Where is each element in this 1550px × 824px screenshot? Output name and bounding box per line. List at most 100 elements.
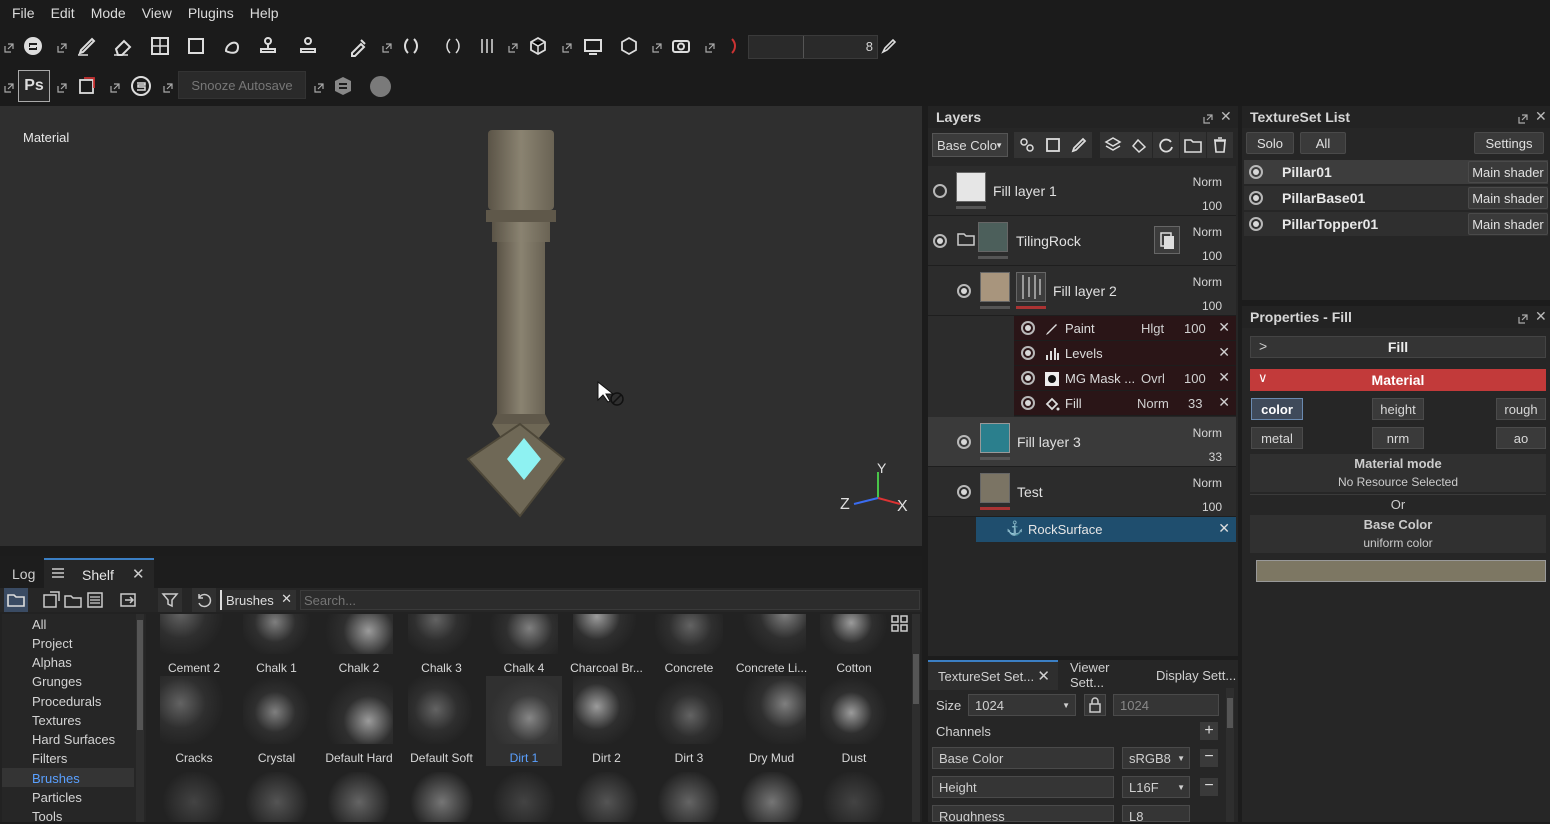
solo-button[interactable]: Solo [1246, 132, 1294, 154]
settings-button[interactable]: Settings [1474, 132, 1544, 154]
visibility-toggle-icon[interactable] [1021, 321, 1035, 335]
smudge-icon[interactable] [219, 33, 245, 59]
add-effect-icon[interactable] [1100, 132, 1126, 158]
bracket-icon[interactable] [722, 33, 748, 59]
add-fill-layer-icon[interactable] [1040, 132, 1066, 158]
effect-blend[interactable]: Hlgt [1141, 321, 1164, 336]
layer-row[interactable]: TilingRock Norm 100 [928, 216, 1236, 266]
brush-item[interactable]: Dirt 3 [651, 676, 727, 766]
menu-help[interactable]: Help [242, 5, 287, 21]
refresh-icon[interactable] [1153, 132, 1179, 158]
layer-row-selected[interactable]: Fill layer 3 Norm 33 [928, 417, 1236, 467]
fill-section-header[interactable]: > Fill [1250, 336, 1546, 358]
channel-metal-button[interactable]: metal [1251, 427, 1303, 449]
close-icon[interactable]: ✕ [1218, 520, 1230, 537]
remove-channel-button[interactable]: − [1200, 749, 1218, 767]
base-color-block[interactable]: Base Color uniform color [1250, 515, 1546, 553]
add-folder-icon[interactable] [1180, 132, 1206, 158]
add-paint-layer-icon[interactable] [1066, 132, 1092, 158]
mask-thumbnail[interactable] [1016, 272, 1046, 302]
brush-preview[interactable] [490, 772, 558, 822]
projection-icon[interactable] [147, 33, 173, 59]
color-swatch[interactable] [1256, 560, 1546, 582]
menu-plugins[interactable]: Plugins [180, 5, 242, 21]
close-icon[interactable]: ✕ [1218, 394, 1230, 411]
layer-blend[interactable]: Norm [1193, 476, 1222, 490]
tab-display-settings[interactable]: Display Sett... [1146, 660, 1238, 690]
export-icon[interactable] [74, 73, 100, 99]
brush-item[interactable]: Default Hard [321, 676, 397, 766]
visibility-toggle-icon[interactable] [1249, 165, 1263, 179]
brush-item[interactable]: Crystal [239, 676, 315, 766]
effect-opacity[interactable]: 100 [1184, 371, 1206, 386]
visibility-toggle-icon[interactable] [933, 184, 947, 198]
camera-view-icon[interactable] [580, 33, 606, 59]
filter-tag[interactable]: Brushes ✕ [220, 590, 296, 610]
color-picker-icon[interactable] [346, 33, 372, 59]
effect-row[interactable]: MG Mask ... Ovrl 100 ✕ [1014, 366, 1236, 391]
category-item[interactable]: Alphas [32, 655, 72, 670]
menu-view[interactable]: View [134, 5, 180, 21]
material-picker-icon[interactable] [295, 33, 321, 59]
size-select[interactable]: 1024 ▼ [968, 694, 1076, 716]
uv-view-icon[interactable] [616, 33, 642, 59]
shader-select[interactable]: Main shader [1468, 213, 1548, 235]
open-window-icon[interactable] [1518, 112, 1528, 124]
effect-blend[interactable]: Norm [1137, 396, 1169, 411]
screenshot-icon[interactable] [668, 33, 694, 59]
category-item[interactable]: Procedurals [32, 694, 101, 709]
status-indicator-icon[interactable] [370, 76, 391, 97]
layer-row[interactable]: Fill layer 1 Norm 100 [928, 166, 1236, 216]
remove-channel-button[interactable]: − [1200, 778, 1218, 796]
layer-row[interactable]: Fill layer 2 Norm 100 [928, 266, 1236, 316]
polygon-fill-icon[interactable] [183, 33, 209, 59]
channel-format-select[interactable]: sRGB8 ▼ [1122, 747, 1190, 769]
brush-preview[interactable] [325, 772, 393, 822]
category-item[interactable]: Hard Surfaces [32, 732, 115, 747]
menu-file[interactable]: File [4, 5, 43, 21]
instance-icon[interactable] [1154, 226, 1180, 254]
shader-select[interactable]: Main shader [1468, 161, 1548, 183]
brush-item[interactable]: Cotton [816, 614, 892, 676]
tab-log[interactable]: Log [12, 566, 35, 582]
effect-row[interactable]: Levels ✕ [1014, 341, 1236, 366]
add-layer-icon[interactable] [1014, 132, 1040, 158]
eraser-icon[interactable] [110, 33, 136, 59]
anchor-row[interactable]: ⚓ RockSurface ✕ [976, 517, 1236, 542]
channel-height-button[interactable]: height [1372, 398, 1424, 420]
effect-opacity[interactable]: 33 [1188, 396, 1202, 411]
visibility-toggle-icon[interactable] [957, 435, 971, 449]
close-icon[interactable]: ✕ [132, 565, 145, 583]
channel-select[interactable]: Base Colo ▼ [932, 133, 1008, 157]
brush-item[interactable]: Concrete Li... [734, 614, 810, 676]
substance-source-icon[interactable] [330, 73, 356, 99]
channel-ao-button[interactable]: ao [1496, 427, 1546, 449]
brush-item[interactable]: Chalk 4 [486, 614, 562, 676]
search-input[interactable] [300, 590, 920, 610]
layer-blend[interactable]: Norm [1193, 275, 1222, 289]
folder-icon[interactable] [4, 588, 28, 612]
close-icon[interactable]: ✕ [1220, 108, 1232, 125]
import-icon[interactable] [40, 588, 62, 612]
visibility-toggle-icon[interactable] [1021, 396, 1035, 410]
shader-select[interactable]: Main shader [1468, 187, 1548, 209]
channel-rough-button[interactable]: rough [1496, 398, 1546, 420]
visibility-toggle-icon[interactable] [1021, 371, 1035, 385]
visibility-toggle-icon[interactable] [1021, 346, 1035, 360]
visibility-toggle-icon[interactable] [957, 284, 971, 298]
layer-row[interactable]: Test Norm 100 [928, 467, 1236, 517]
pillar-model[interactable] [440, 124, 590, 524]
visibility-toggle-icon[interactable] [957, 485, 971, 499]
tab-viewer-settings[interactable]: Viewer Sett... [1060, 660, 1146, 690]
category-item[interactable]: Textures [32, 713, 81, 728]
list-view-icon[interactable] [84, 588, 106, 612]
3d-viewport[interactable]: Material Y X Z [0, 106, 922, 546]
layer-opacity[interactable]: 100 [1202, 299, 1222, 313]
layer-opacity[interactable]: 100 [1202, 249, 1222, 263]
menu-mode[interactable]: Mode [83, 5, 134, 21]
channel-color-button[interactable]: color [1251, 398, 1303, 420]
close-icon[interactable]: ✕ [281, 591, 292, 607]
brush-item[interactable]: Concrete [651, 614, 727, 676]
brush-preview[interactable] [655, 772, 723, 822]
close-icon[interactable]: ✕ [1037, 667, 1050, 685]
